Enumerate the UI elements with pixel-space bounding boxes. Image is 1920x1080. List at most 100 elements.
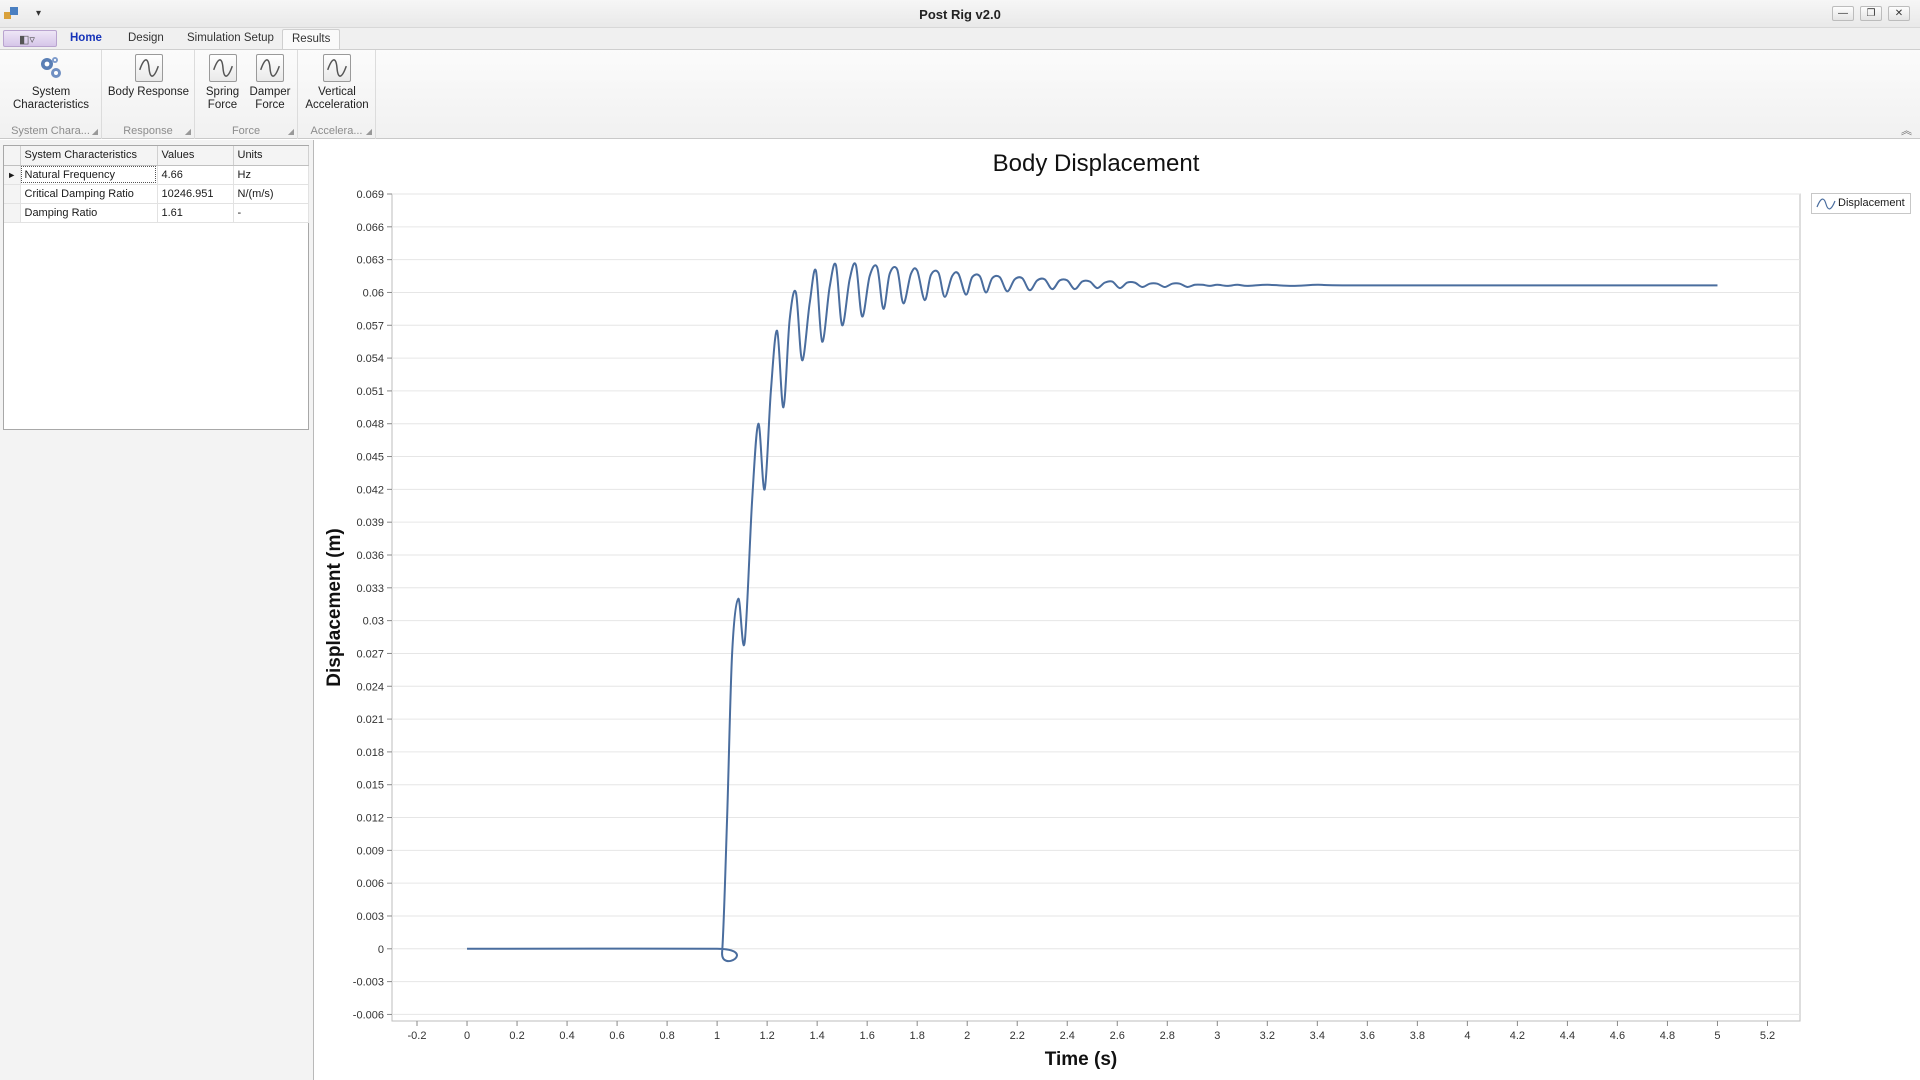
window-title: Post Rig v2.0 xyxy=(919,7,1001,22)
chart-title: Body Displacement xyxy=(993,150,1200,177)
row-indicator-icon: ► xyxy=(4,165,21,185)
close-button[interactable]: ✕ xyxy=(1888,6,1910,21)
ribbon-group-label: Response xyxy=(123,125,173,137)
body-displacement-chart[interactable]: -0.006 -0.003 0 0.003 0.006 0.009 0.012 0.015 0.… xyxy=(314,140,1920,1080)
damper-force-button[interactable]: Damper Force xyxy=(245,54,295,112)
spring-force-button[interactable]: Spring Force xyxy=(199,54,246,112)
system-characteristics-label: System Characteristics xyxy=(12,86,90,111)
column-header-name[interactable]: System Characteristics xyxy=(20,146,158,166)
x-tick-label: -0.2 xyxy=(408,1030,427,1042)
ribbon-group-force: Spring Force Damper Force Force ◢ xyxy=(195,50,298,139)
legend-line-icon xyxy=(1816,198,1836,210)
tab-simulation-setup[interactable]: Simulation Setup xyxy=(178,29,283,49)
y-tick-label: 0.039 xyxy=(356,517,384,529)
y-tick-label: 0.045 xyxy=(356,452,384,464)
y-tick-label: 0.051 xyxy=(356,386,384,398)
y-tick-label: 0.054 xyxy=(356,353,384,365)
plot-area xyxy=(391,193,1801,1022)
tab-results[interactable]: Results xyxy=(282,29,341,49)
x-tick-label: 0.6 xyxy=(609,1030,624,1042)
column-header-values[interactable]: Values xyxy=(157,146,234,166)
y-tick-label: 0.015 xyxy=(356,780,384,792)
y-tick-label: 0.012 xyxy=(356,813,384,825)
x-tick-label: 0 xyxy=(464,1030,470,1042)
spring-force-label: Spring Force xyxy=(205,86,240,111)
application-menu-button[interactable]: ◧▿ xyxy=(3,30,57,47)
chevron-up-icon[interactable]: ︽ xyxy=(1901,122,1912,138)
wave-icon xyxy=(208,54,237,82)
x-tick-label: 2 xyxy=(964,1030,970,1042)
x-tick-label: 2.6 xyxy=(1110,1030,1125,1042)
restore-button[interactable]: ❐ xyxy=(1860,6,1882,21)
vertical-acceleration-button[interactable]: Vertical Acceleration xyxy=(300,54,374,112)
tab-home[interactable]: Home xyxy=(61,29,111,49)
group-launcher-icon[interactable]: ◢ xyxy=(288,127,294,136)
row-header xyxy=(4,203,21,223)
x-tick-label: 1.8 xyxy=(910,1030,925,1042)
y-tick-label: 0.063 xyxy=(356,255,384,267)
wave-icon xyxy=(134,54,163,82)
y-tick-label: -0.006 xyxy=(353,1009,384,1021)
group-launcher-icon[interactable]: ◢ xyxy=(185,127,191,136)
table-row[interactable]: Critical Damping Ratio 10246.951 N/(m/s) xyxy=(4,184,309,204)
row-value-cell[interactable]: 10246.951 xyxy=(157,184,234,204)
row-unit-cell[interactable]: N/(m/s) xyxy=(233,184,309,204)
row-name-cell[interactable]: Natural Frequency xyxy=(20,165,158,185)
y-tick-label: 0.003 xyxy=(356,911,384,923)
row-header xyxy=(4,184,21,204)
x-tick-label: 0.2 xyxy=(509,1030,524,1042)
row-name-cell[interactable]: Damping Ratio xyxy=(20,203,158,223)
x-tick-label: 4.4 xyxy=(1560,1030,1575,1042)
app-menu-icon: ◧▿ xyxy=(19,34,35,46)
x-tick-label: 1.2 xyxy=(759,1030,774,1042)
group-launcher-icon[interactable]: ◢ xyxy=(366,127,372,136)
y-tick-label: 0.042 xyxy=(356,484,384,496)
y-tick-label: 0.066 xyxy=(356,222,384,234)
x-tick-label: 3.6 xyxy=(1360,1030,1375,1042)
x-tick-label: 2.8 xyxy=(1160,1030,1175,1042)
damper-force-label: Damper Force xyxy=(249,86,291,111)
column-header-units[interactable]: Units xyxy=(233,146,309,166)
x-tick-label: 2.4 xyxy=(1060,1030,1075,1042)
minimize-button[interactable]: — xyxy=(1832,6,1854,21)
row-value-cell[interactable]: 4.66 xyxy=(157,165,234,185)
y-tick-label: 0.036 xyxy=(356,550,384,562)
x-tick-label: 0.4 xyxy=(559,1030,574,1042)
title-bar: ▾ Post Rig v2.0 — ❐ ✕ xyxy=(0,0,1920,28)
chart-panel: -0.006 -0.003 0 0.003 0.006 0.009 0.012 0.015 0.… xyxy=(313,140,1920,1080)
ribbon-tab-bar: ◧▿ Home Design Simulation Setup Results xyxy=(0,28,1920,49)
row-value-cell[interactable]: 1.61 xyxy=(157,203,234,223)
row-name-cell[interactable]: Critical Damping Ratio xyxy=(20,184,158,204)
vertical-acceleration-label: Vertical Acceleration xyxy=(305,86,369,111)
x-tick-label: 5.2 xyxy=(1760,1030,1775,1042)
y-axis-label: Displacement (m) xyxy=(324,528,345,686)
y-tick-label: 0.018 xyxy=(356,747,384,759)
y-tick-label: 0.03 xyxy=(363,616,384,628)
table-row[interactable]: Damping Ratio 1.61 - xyxy=(4,203,309,223)
y-tick-label: 0.027 xyxy=(356,648,384,660)
ribbon-group-label: System Chara... xyxy=(11,125,90,137)
body-response-button[interactable]: Body Response xyxy=(106,54,191,99)
x-tick-label: 3.2 xyxy=(1260,1030,1275,1042)
tab-design[interactable]: Design xyxy=(119,29,173,49)
ribbon-group-acceleration: Vertical Acceleration Accelera... ◢ xyxy=(298,50,376,139)
x-tick-label: 1.6 xyxy=(860,1030,875,1042)
row-unit-cell[interactable]: Hz xyxy=(233,165,309,185)
table-row[interactable]: ► Natural Frequency 4.66 Hz xyxy=(4,165,309,185)
body-response-label: Body Response xyxy=(107,86,190,98)
wave-icon xyxy=(323,54,351,82)
y-tick-label: 0.021 xyxy=(356,714,384,726)
x-tick-label: 1 xyxy=(714,1030,720,1042)
system-characteristics-button[interactable]: System Characteristics xyxy=(4,54,98,112)
x-tick-label: 3 xyxy=(1214,1030,1220,1042)
row-header-corner xyxy=(4,146,21,166)
row-unit-cell[interactable]: - xyxy=(233,203,309,223)
legend-label: Displacement xyxy=(1838,197,1905,209)
x-tick-label: 4.8 xyxy=(1660,1030,1675,1042)
x-tick-label: 4.2 xyxy=(1510,1030,1525,1042)
y-tick-label: -0.003 xyxy=(353,977,384,989)
y-tick-label: 0.06 xyxy=(363,287,384,299)
x-tick-label: 0.8 xyxy=(659,1030,674,1042)
y-tick-label: 0.057 xyxy=(356,320,384,332)
group-launcher-icon[interactable]: ◢ xyxy=(92,127,98,136)
